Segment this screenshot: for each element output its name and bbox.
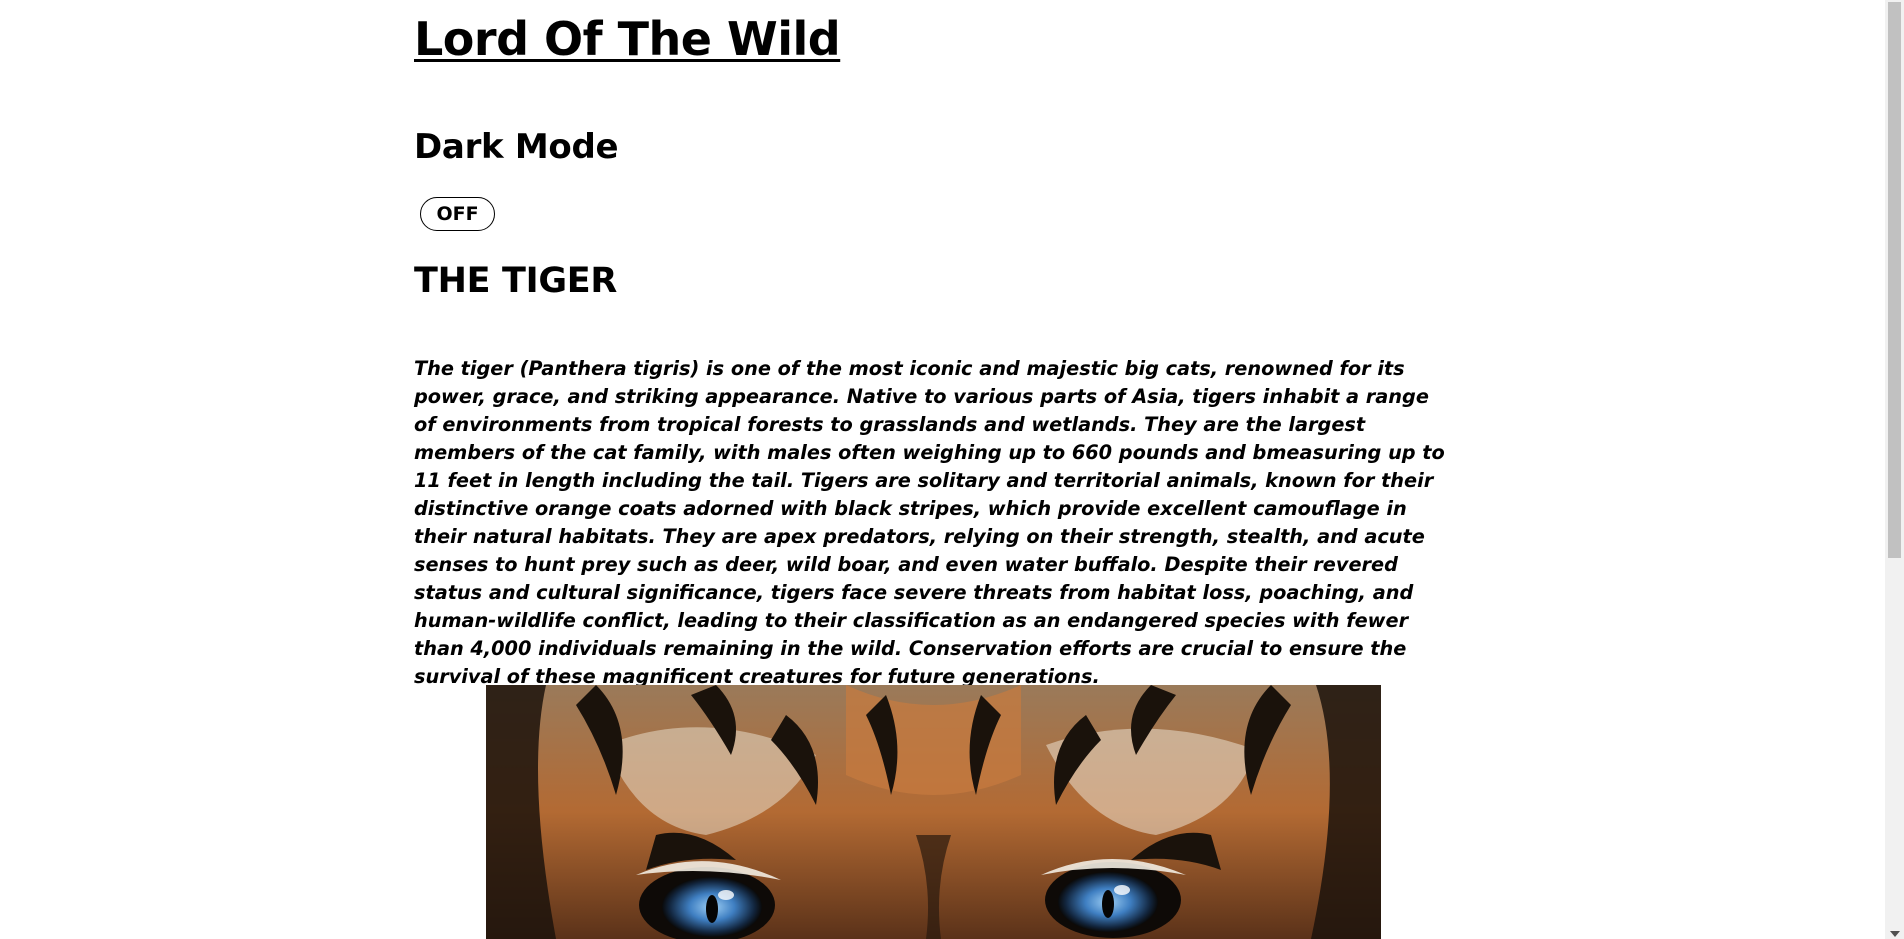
scroll-down-arrow-icon[interactable] bbox=[1890, 931, 1900, 937]
scrollbar-thumb[interactable] bbox=[1888, 2, 1901, 558]
site-title[interactable]: Lord Of The Wild bbox=[414, 12, 841, 66]
vertical-scrollbar[interactable] bbox=[1885, 0, 1904, 939]
section-heading: THE TIGER bbox=[414, 261, 618, 301]
tiger-face-illustration bbox=[486, 685, 1381, 939]
tiger-description: The tiger (Panthera tigris) is one of th… bbox=[414, 357, 1445, 688]
tiger-image bbox=[486, 685, 1381, 939]
dark-mode-toggle-button[interactable]: OFF bbox=[420, 197, 495, 231]
dark-mode-heading: Dark Mode bbox=[414, 127, 619, 167]
page: Lord Of The Wild Dark Mode OFF THE TIGER… bbox=[0, 0, 1904, 939]
